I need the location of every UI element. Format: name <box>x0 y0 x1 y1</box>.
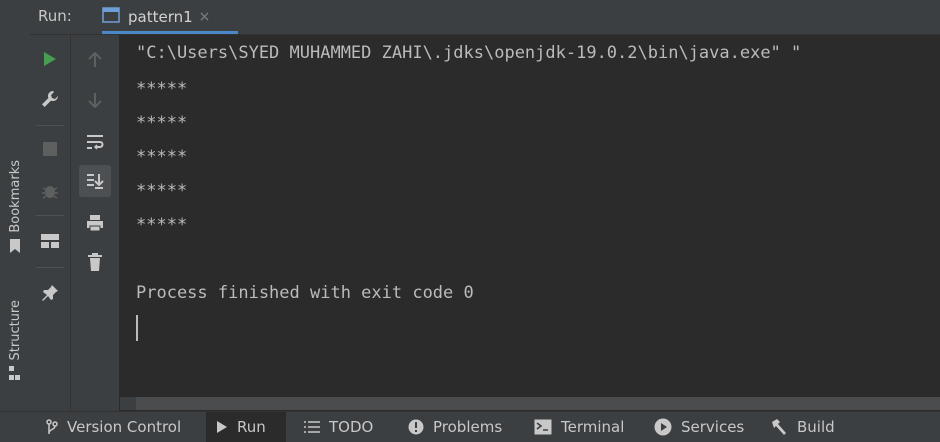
bookmarks-label: Bookmarks <box>7 160 23 233</box>
rerun-icon[interactable] <box>34 43 66 75</box>
pin-icon[interactable] <box>34 277 66 309</box>
terminal-icon <box>534 419 552 435</box>
terminal-label: Terminal <box>561 418 625 436</box>
todo-label: TODO <box>329 418 374 436</box>
build-label: Build <box>797 418 835 436</box>
run-toolbar-secondary <box>71 35 119 411</box>
exit-message: Process finished with exit code 0 <box>136 283 474 303</box>
text-caret <box>136 315 138 341</box>
output-line: ***** <box>136 215 188 235</box>
run-button-label: Run <box>237 418 266 436</box>
output-line: ***** <box>136 79 188 99</box>
run-icon <box>216 420 228 434</box>
soft-wrap-icon[interactable] <box>79 126 111 158</box>
up-arrow-icon[interactable] <box>79 44 111 76</box>
problems-button[interactable]: Problems <box>398 412 512 442</box>
structure-tab[interactable]: Structure <box>0 300 30 384</box>
branch-icon <box>46 419 58 435</box>
problems-label: Problems <box>433 418 503 436</box>
bookmark-icon <box>9 238 21 257</box>
toolbar-divider <box>36 125 64 126</box>
version-control-label: Version Control <box>67 418 182 436</box>
structure-icon <box>9 366 21 384</box>
horizontal-scrollbar[interactable] <box>136 397 940 410</box>
toolbar-divider <box>36 267 64 268</box>
services-icon <box>654 418 672 436</box>
console-output[interactable]: "C:\Users\SYED MUHAMMED ZAHI\.jdks\openj… <box>120 35 940 397</box>
down-arrow-icon[interactable] <box>79 84 111 116</box>
build-button[interactable]: Build <box>760 412 845 442</box>
alert-icon <box>408 419 424 435</box>
wrench-icon[interactable] <box>34 83 66 115</box>
tab-pattern1[interactable]: pattern1 × <box>102 0 238 34</box>
close-icon[interactable]: × <box>199 9 211 25</box>
active-tab-indicator <box>102 31 238 34</box>
hammer-icon <box>770 418 788 436</box>
run-label: Run: <box>38 7 72 25</box>
run-tool-header: Run: pattern1 × <box>30 0 940 35</box>
layout-icon[interactable] <box>34 225 66 257</box>
services-button[interactable]: Services <box>644 412 754 442</box>
debug-icon[interactable] <box>34 175 66 207</box>
stop-icon[interactable] <box>34 133 66 165</box>
bookmarks-tab[interactable]: Bookmarks <box>0 160 30 257</box>
scroll-to-end-icon[interactable] <box>79 165 111 197</box>
command-line: "C:\Users\SYED MUHAMMED ZAHI\.jdks\openj… <box>136 43 802 63</box>
terminal-button[interactable]: Terminal <box>524 412 634 442</box>
output-line: ***** <box>136 181 188 201</box>
version-control-button[interactable]: Version Control <box>36 412 191 442</box>
toolbar-divider <box>36 215 64 216</box>
print-icon[interactable] <box>79 207 111 239</box>
console-tab-icon <box>102 7 120 27</box>
list-icon <box>304 421 320 433</box>
structure-label: Structure <box>7 300 23 361</box>
trash-icon[interactable] <box>79 246 111 278</box>
output-line: ***** <box>136 113 188 133</box>
todo-button[interactable]: TODO <box>294 412 383 442</box>
run-button[interactable]: Run <box>206 412 286 442</box>
bottom-tool-bar: Version Control Run TODO Problems Termin… <box>0 411 940 442</box>
output-line: ***** <box>136 147 188 167</box>
left-tool-stripe: Bookmarks Structure <box>0 0 31 441</box>
tab-label: pattern1 <box>128 8 193 26</box>
run-toolbar-primary <box>30 35 71 411</box>
services-label: Services <box>681 418 745 436</box>
